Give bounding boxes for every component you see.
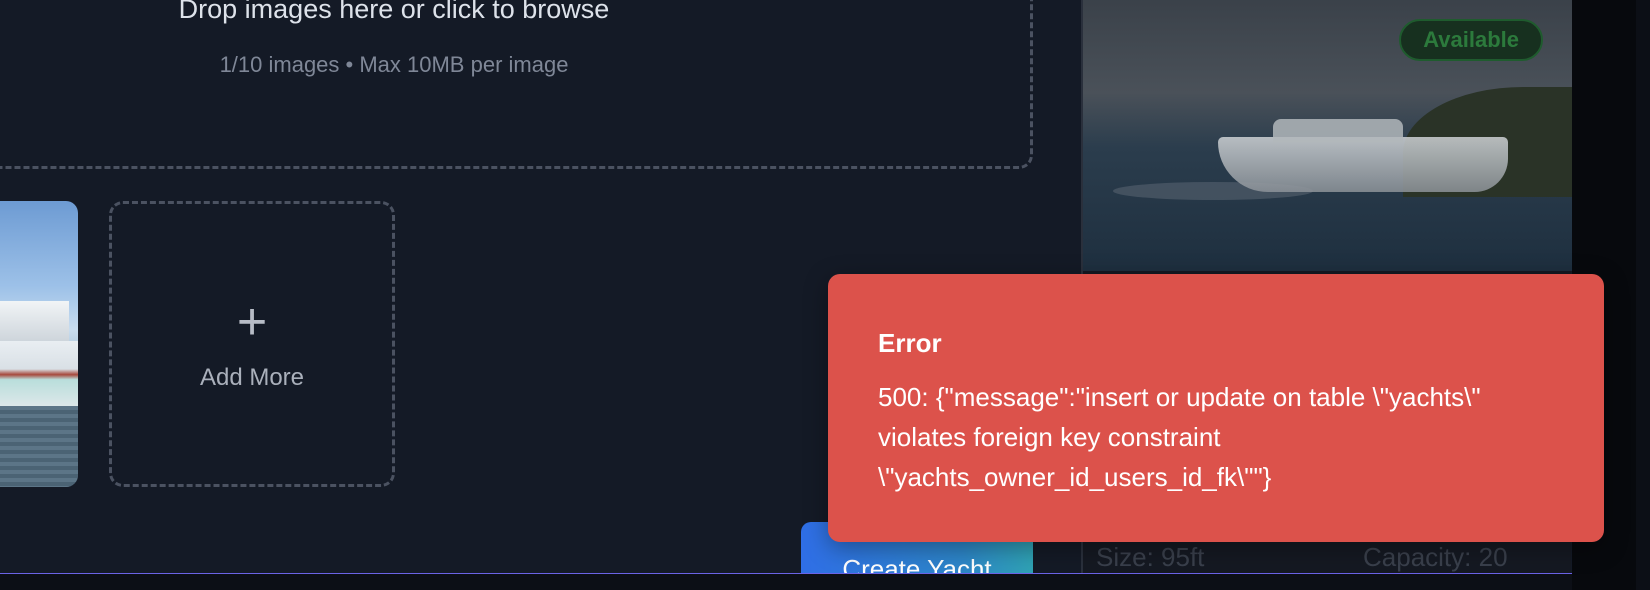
add-more-images-button[interactable]: + Add More [109,201,395,487]
toast-message: 500: {"message":"insert or update on tab… [878,382,1481,492]
preview-capacity: Capacity: 20 [1363,542,1508,572]
uploaded-image-thumbnail[interactable] [0,201,78,487]
yacht-preview-image: Available [1083,0,1573,271]
dropzone-subtitle: 1/10 images • Max 10MB per image [219,52,569,77]
dropzone-title: Drop images here or click to browse [178,0,610,24]
add-more-label: Add More [199,364,305,391]
toast-title: Error [878,328,942,358]
status-badge: Available [1399,19,1543,61]
plus-icon: + [236,293,268,351]
image-dropzone[interactable]: Drop images here or click to browse 1/10… [0,0,1033,169]
error-toast[interactable]: Error 500: {"message":"insert or update … [828,274,1604,542]
preview-size: Size: 95ft [1096,542,1205,572]
